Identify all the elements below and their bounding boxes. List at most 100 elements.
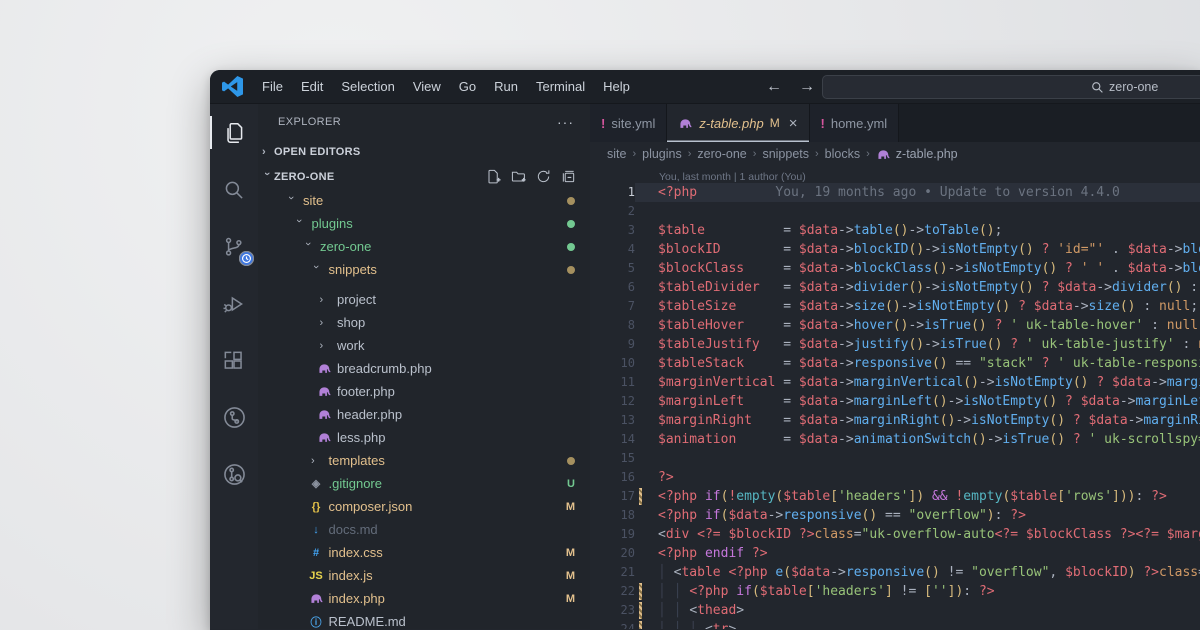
code-line-22[interactable]: 22 │ │ <?php if($table['headers'] != ['']… xyxy=(590,582,1200,601)
breadcrumb-segment[interactable]: plugins xyxy=(642,147,682,161)
line-number[interactable]: 2 xyxy=(590,202,635,221)
line-number[interactable]: 10 xyxy=(590,354,635,373)
breadcrumb[interactable]: site › plugins › zero-one › snippets › blocks › z-… xyxy=(590,142,1200,166)
line-number[interactable]: 22 xyxy=(590,582,635,601)
code-line-7[interactable]: 7 $tableSize = $data->size()->isNotEmpty(… xyxy=(590,297,1200,316)
line-number[interactable]: 4 xyxy=(590,240,635,259)
tab-site-yml[interactable]: ! site.yml xyxy=(590,104,668,142)
line-number[interactable]: 23 xyxy=(590,601,635,620)
tree-item-project[interactable]: › project xyxy=(258,288,590,311)
line-number[interactable]: 9 xyxy=(590,335,635,354)
tree-item-docs-md[interactable]: ↓ docs.md xyxy=(258,518,590,541)
menu-edit[interactable]: Edit xyxy=(292,70,332,104)
line-number[interactable]: 6 xyxy=(590,278,635,297)
blame-lens[interactable]: You, last month | 1 author (You) xyxy=(590,166,1200,183)
line-number[interactable]: 11 xyxy=(590,373,635,392)
breadcrumb-segment[interactable]: snippets xyxy=(762,147,809,161)
code-line-5[interactable]: 5 $blockClass = $data->blockClass()->isNo… xyxy=(590,259,1200,278)
line-number[interactable]: 7 xyxy=(590,297,635,316)
tab-z-table-php[interactable]: z-table.php M × xyxy=(667,104,810,142)
code-line-17[interactable]: 17 <?php if(!empty($table['headers']) && … xyxy=(590,487,1200,506)
menu-file[interactable]: File xyxy=(253,70,292,104)
breadcrumb-segment[interactable]: zero-one xyxy=(697,147,746,161)
code-line-8[interactable]: 8 $tableHover = $data->hover()->isTrue() … xyxy=(590,316,1200,335)
tree-item-plugins[interactable]: › plugins xyxy=(258,212,590,235)
line-number[interactable]: 16 xyxy=(590,468,635,487)
menu-run[interactable]: Run xyxy=(485,70,527,104)
code-line-3[interactable]: 3 $table = $data->table()->toTable(); xyxy=(590,221,1200,240)
run-and-debug-icon[interactable] xyxy=(210,275,258,332)
breadcrumb-segment[interactable]: blocks xyxy=(825,147,860,161)
search-view-icon[interactable] xyxy=(210,161,258,218)
tree-item-index-js[interactable]: JS index.js M xyxy=(258,564,590,587)
menu-view[interactable]: View xyxy=(404,70,450,104)
line-number[interactable]: 14 xyxy=(590,430,635,449)
command-center-search[interactable]: zero-one xyxy=(822,75,1200,99)
tree-item-breadcrumb-php[interactable]: breadcrumb.php xyxy=(258,357,590,380)
code-line-4[interactable]: 4 $blockID = $data->blockID()->isNotEmpty… xyxy=(590,240,1200,259)
tree-item-readme-md[interactable]: ⓘ README.md xyxy=(258,610,590,629)
extensions-icon[interactable] xyxy=(210,332,258,389)
tab-close-icon[interactable]: × xyxy=(789,115,798,132)
open-editors-section[interactable]: › OPEN EDITORS xyxy=(258,139,590,164)
code-line-11[interactable]: 11 $marginVertical = $data->marginVertica… xyxy=(590,373,1200,392)
tree-item-index-php[interactable]: index.php M xyxy=(258,587,590,610)
line-number[interactable]: 13 xyxy=(590,411,635,430)
line-number[interactable]: 17 xyxy=(590,487,635,506)
line-number[interactable]: 12 xyxy=(590,392,635,411)
code-line-1[interactable]: 1 <?php You, 19 months ago • Update to ve… xyxy=(590,183,1200,202)
tree-item-less-php[interactable]: less.php xyxy=(258,426,590,449)
git-graph-view-icon[interactable] xyxy=(210,446,258,503)
line-number[interactable]: 20 xyxy=(590,544,635,563)
menu-terminal[interactable]: Terminal xyxy=(527,70,594,104)
tree-item-index-css[interactable]: # index.css M xyxy=(258,541,590,564)
code-line-19[interactable]: 19 <div <?= $blockID ?>class="uk-overflow… xyxy=(590,525,1200,544)
code-line-21[interactable]: 21 │ <table <?php e($data->responsive() !… xyxy=(590,563,1200,582)
tree-item-snippets[interactable]: › snippets xyxy=(258,258,590,281)
code-line-10[interactable]: 10 $tableStack = $data->responsive() == "… xyxy=(590,354,1200,373)
collapse-all-icon[interactable] xyxy=(561,169,576,184)
line-number[interactable]: 24 xyxy=(590,620,635,629)
code-area[interactable]: 1 <?php You, 19 months ago • Update to ve… xyxy=(590,183,1200,629)
code-line-12[interactable]: 12 $marginLeft = $data->marginLeft()->isN… xyxy=(590,392,1200,411)
code-line-9[interactable]: 9 $tableJustify = $data->justify()->isTru… xyxy=(590,335,1200,354)
code-line-13[interactable]: 13 $marginRight = $data->marginRight()->i… xyxy=(590,411,1200,430)
refresh-icon[interactable] xyxy=(536,169,551,184)
code-line-23[interactable]: 23 │ │ <thead> xyxy=(590,601,1200,620)
source-control-icon[interactable] xyxy=(210,218,258,275)
project-root-section[interactable]: › ZERO-ONE xyxy=(258,164,590,189)
code-line-15[interactable]: 15 xyxy=(590,449,1200,468)
line-number[interactable]: 5 xyxy=(590,259,635,278)
tree-item-gitignore[interactable]: ◈ .gitignore U xyxy=(258,472,590,495)
tree-item-composer-json[interactable]: {} composer.json M xyxy=(258,495,590,518)
menu-selection[interactable]: Selection xyxy=(332,70,403,104)
menu-go[interactable]: Go xyxy=(450,70,485,104)
line-number[interactable]: 3 xyxy=(590,221,635,240)
navigate-forward-icon[interactable]: → xyxy=(799,70,815,104)
tab-home-yml[interactable]: ! home.yml xyxy=(809,104,900,142)
code-line-2[interactable]: 2 xyxy=(590,202,1200,221)
menu-help[interactable]: Help xyxy=(594,70,639,104)
line-number[interactable]: 18 xyxy=(590,506,635,525)
tree-item-footer-php[interactable]: footer.php xyxy=(258,380,590,403)
code-line-6[interactable]: 6 $tableDivider = $data->divider()->isNot… xyxy=(590,278,1200,297)
tree-item-work[interactable]: › work xyxy=(258,334,590,357)
code-line-16[interactable]: 16 ?> xyxy=(590,468,1200,487)
explorer-icon[interactable] xyxy=(210,104,258,161)
tree-item-templates[interactable]: › templates xyxy=(258,449,590,472)
line-number[interactable]: 15 xyxy=(590,449,635,468)
breadcrumb-file[interactable]: z-table.php xyxy=(876,147,958,162)
line-number[interactable]: 19 xyxy=(590,525,635,544)
tree-item-site[interactable]: › site xyxy=(258,189,590,212)
tree-item-shop[interactable]: › shop xyxy=(258,311,590,334)
history-view-icon[interactable] xyxy=(210,389,258,446)
tree-item-zero-one[interactable]: › zero-one xyxy=(258,235,590,258)
breadcrumb-segment[interactable]: site xyxy=(607,147,626,161)
navigate-back-icon[interactable]: ← xyxy=(766,70,782,104)
code-line-20[interactable]: 20 <?php endif ?> xyxy=(590,544,1200,563)
code-line-24[interactable]: 24 │ │ │ <tr> xyxy=(590,620,1200,629)
line-number[interactable]: 1 xyxy=(590,183,635,202)
line-number[interactable]: 21 xyxy=(590,563,635,582)
code-line-14[interactable]: 14 $animation = $data->animationSwitch()-… xyxy=(590,430,1200,449)
code-line-18[interactable]: 18 <?php if($data->responsive() == "overf… xyxy=(590,506,1200,525)
